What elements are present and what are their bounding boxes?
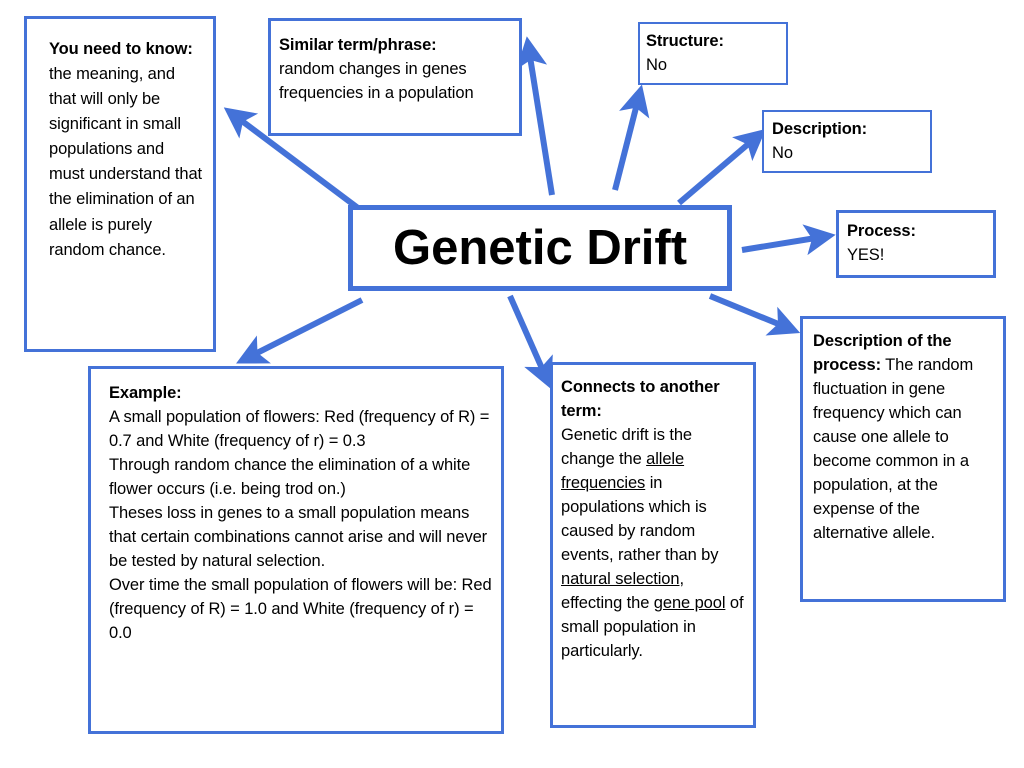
node-you-need-to-know-text: You need to know: the meaning, and that …	[49, 37, 203, 263]
arrow-center-to-process	[741, 224, 836, 256]
linked-term[interactable]: natural selection	[561, 570, 680, 588]
node-example[interactable]: Example: A small population of flowers: …	[88, 366, 504, 734]
arrow-center-to-description-of-process	[708, 293, 801, 336]
node-similar-term[interactable]: Similar term/phrase: random changes in g…	[268, 18, 522, 136]
node-connects-to-body: Genetic drift is the change the allele f…	[561, 423, 747, 663]
node-description-title: Description:	[772, 120, 868, 138]
node-you-need-to-know[interactable]: You need to know: the meaning, and that …	[24, 16, 216, 352]
arrow-center-to-structure	[612, 84, 650, 191]
node-structure[interactable]: Structure: No	[638, 22, 788, 85]
node-example-text: Example: A small population of flowers: …	[109, 381, 493, 645]
node-similar-term-text: Similar term/phrase: random changes in g…	[279, 33, 513, 105]
node-process-title: Process:	[847, 222, 916, 240]
arrow-center-to-example	[236, 297, 364, 364]
node-connects-to-another-term[interactable]: Connects to another term: Genetic drift …	[550, 362, 756, 728]
node-process[interactable]: Process: YES!	[836, 210, 996, 278]
center-title: Genetic Drift	[392, 220, 688, 275]
node-example-lines: A small population of flowers: Red (freq…	[109, 405, 493, 645]
node-description[interactable]: Description: No	[762, 110, 932, 173]
node-you-need-to-know-title: You need to know:	[49, 40, 193, 58]
node-process-value: YES!	[847, 246, 885, 264]
node-description-of-process-text: Description of the process: The random f…	[813, 329, 997, 545]
arrow-center-to-description	[677, 128, 766, 206]
node-example-line: Over time the small population of flower…	[109, 576, 492, 642]
node-example-line: A small population of flowers: Red (freq…	[109, 408, 490, 450]
node-connects-to-title: Connects to another term:	[561, 378, 720, 420]
node-example-line: Through random chance the elimination of…	[109, 456, 471, 498]
node-similar-term-body: random changes in genes frequencies in a…	[279, 60, 474, 102]
node-description-of-process-body: The random fluctuation in gene frequency…	[813, 356, 974, 542]
node-structure-value: No	[646, 56, 667, 74]
node-structure-text: Structure: No	[646, 29, 786, 77]
node-center-genetic-drift[interactable]: Genetic Drift	[348, 205, 732, 291]
node-you-need-to-know-body: the meaning, and that will only be signi…	[49, 65, 203, 259]
concept-map-canvas: You need to know: the meaning, and that …	[0, 0, 1024, 768]
node-description-text: Description: No	[772, 117, 930, 165]
node-structure-title: Structure:	[646, 32, 724, 50]
arrow-center-to-connects-to	[507, 294, 553, 390]
node-connects-to-text: Connects to another term: Genetic drift …	[561, 375, 747, 663]
node-example-line: Theses loss in genes to a small populati…	[109, 504, 488, 570]
arrow-center-to-similar-term	[516, 36, 555, 196]
node-example-title: Example:	[109, 384, 182, 402]
node-description-of-process[interactable]: Description of the process: The random f…	[800, 316, 1006, 602]
linked-term[interactable]: gene pool	[654, 594, 726, 612]
node-process-text: Process: YES!	[847, 219, 993, 267]
node-description-value: No	[772, 144, 793, 162]
node-similar-term-title: Similar term/phrase:	[279, 36, 437, 54]
